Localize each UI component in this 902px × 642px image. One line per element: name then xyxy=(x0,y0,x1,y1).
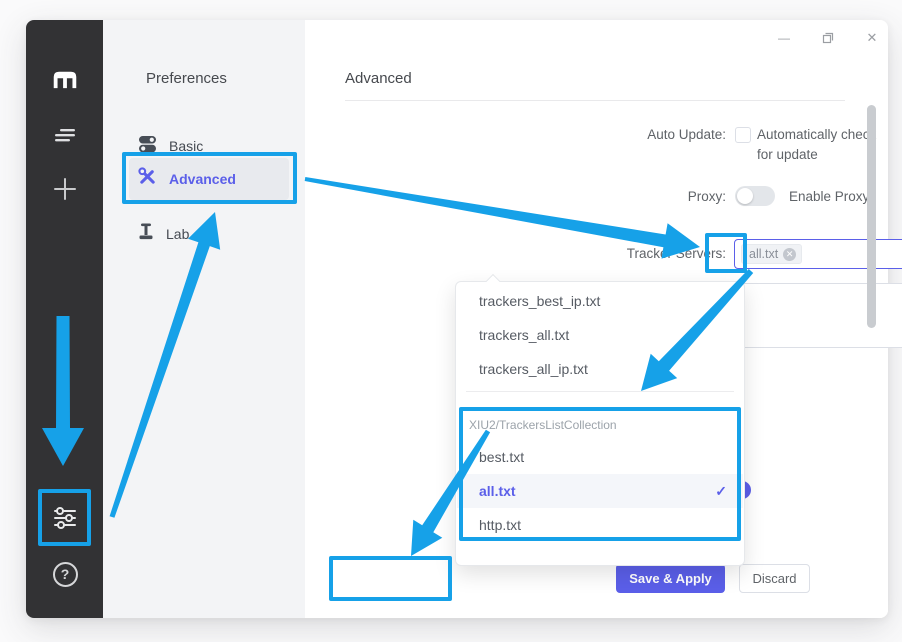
dropdown-divider xyxy=(466,391,734,392)
discard-label: Discard xyxy=(752,571,796,586)
auto-update-label: Auto Update: xyxy=(605,125,726,145)
dropdown-item-label: trackers_all_ip.txt xyxy=(479,361,588,377)
save-apply-label: Save & Apply xyxy=(629,571,712,586)
task-list-icon[interactable] xyxy=(52,122,78,148)
tag-label: all.txt xyxy=(749,247,778,261)
minimize-icon: — xyxy=(778,31,790,45)
content-scrollbar-thumb[interactable] xyxy=(867,105,876,328)
close-icon: ✕ xyxy=(867,30,878,46)
title-divider xyxy=(345,100,845,101)
dropdown-item-label: trackers_best_ip.txt xyxy=(479,293,600,309)
selected-tracker-tag: all.txt ✕ xyxy=(741,244,802,264)
restore-icon xyxy=(822,32,834,44)
nav-item-label: Advanced xyxy=(169,171,236,187)
nav-item-advanced[interactable]: Advanced xyxy=(129,158,289,200)
lab-stamp-icon xyxy=(138,223,154,246)
tracker-servers-label: Tracker Servers: xyxy=(605,244,726,264)
discard-button[interactable]: Discard xyxy=(739,564,810,593)
advanced-tools-icon xyxy=(138,167,157,191)
close-button[interactable]: ✕ xyxy=(858,26,886,50)
minimize-button[interactable]: — xyxy=(770,26,798,50)
proxy-label: Proxy: xyxy=(605,187,726,207)
dropdown-item[interactable]: best.txt xyxy=(457,440,743,474)
motrix-logo-icon xyxy=(52,66,78,92)
preferences-nav: Preferences Basic xyxy=(103,20,305,618)
app-sidebar: ? xyxy=(26,20,103,618)
add-task-icon[interactable] xyxy=(52,176,78,202)
toggle-knob xyxy=(737,188,753,204)
dropdown-item[interactable]: trackers_all.txt xyxy=(457,318,743,352)
dropdown-group-label: XIU2/TrackersListCollection xyxy=(469,415,617,435)
nav-item-label: Lab xyxy=(166,226,189,242)
dropdown-item-label: http.txt xyxy=(479,517,521,533)
nav-item-label: Basic xyxy=(169,138,203,154)
dropdown-item[interactable]: http.txt xyxy=(457,508,743,542)
tracker-select-dropdown: trackers_best_ip.txt trackers_all.txt tr… xyxy=(455,281,745,566)
tag-remove-icon[interactable]: ✕ xyxy=(783,248,796,261)
preferences-icon[interactable] xyxy=(52,505,78,531)
screenshot-root: { "window_controls": { "minimize_glyph":… xyxy=(0,0,902,642)
checkmark-icon: ✓ xyxy=(715,474,727,508)
proxy-toggle[interactable] xyxy=(735,186,775,206)
dropdown-item-label: trackers_all.txt xyxy=(479,327,569,343)
dropdown-item-label: all.txt xyxy=(479,483,516,499)
dropdown-item-label: best.txt xyxy=(479,449,524,465)
save-apply-button[interactable]: Save & Apply xyxy=(616,564,725,593)
tracker-servers-select[interactable]: all.txt ✕ xyxy=(734,239,902,269)
basic-toggles-icon xyxy=(138,135,157,158)
tracker-list-textarea[interactable] xyxy=(734,283,902,348)
dropdown-item-selected[interactable]: all.txt ✓ xyxy=(457,474,743,508)
dropdown-item[interactable]: trackers_best_ip.txt xyxy=(457,284,743,318)
proxy-toggle-label: Enable Proxy xyxy=(789,187,869,207)
help-icon[interactable]: ? xyxy=(52,561,78,587)
page-title: Advanced xyxy=(345,70,412,87)
help-glyph: ? xyxy=(53,562,78,587)
app-window: ? Preferences Basic xyxy=(26,20,888,618)
nav-title: Preferences xyxy=(146,70,227,87)
nav-item-lab[interactable]: Lab xyxy=(129,213,289,255)
auto-update-checkbox[interactable] xyxy=(735,127,751,143)
restore-button[interactable] xyxy=(814,26,842,50)
dropdown-item[interactable]: trackers_all_ip.txt xyxy=(457,352,743,386)
